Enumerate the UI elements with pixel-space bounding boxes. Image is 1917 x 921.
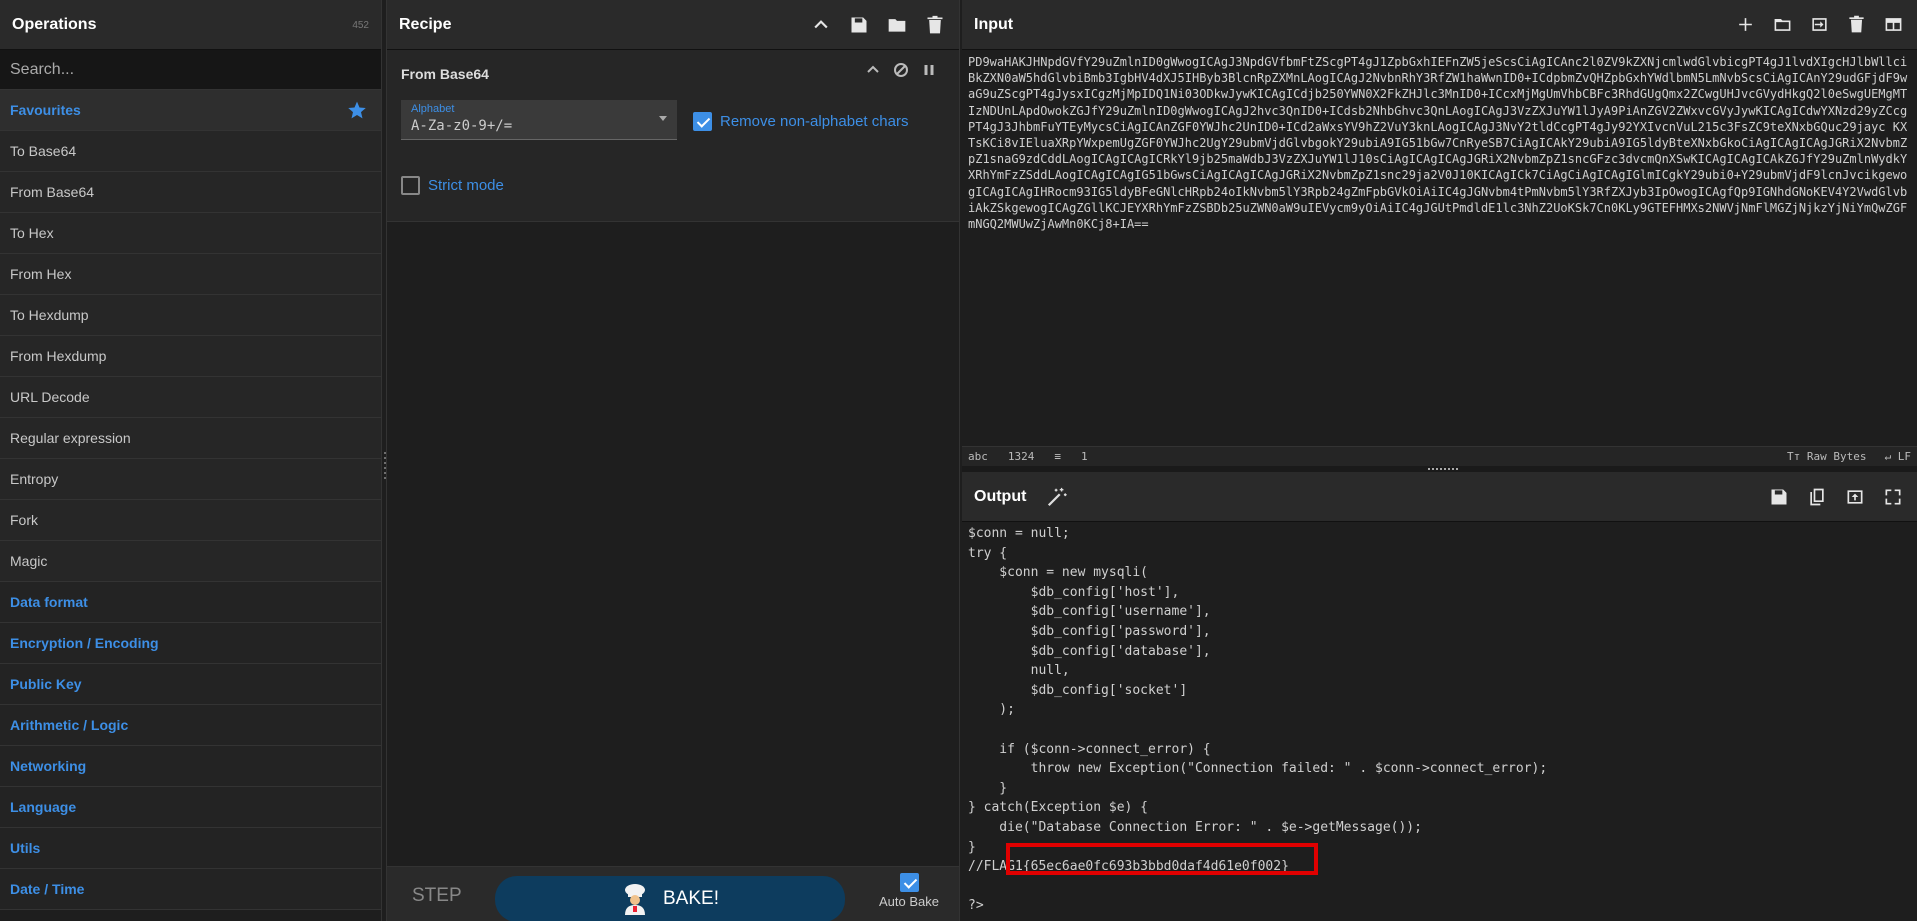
folder-icon[interactable]: [887, 15, 907, 35]
layout-icon[interactable]: [1884, 15, 1903, 34]
open-folder-icon[interactable]: [1773, 15, 1792, 34]
input-status-bar: abc 1324 ≡ 1 Tт Raw Bytes ↵ LF: [962, 446, 1917, 466]
eol-label: LF: [1897, 450, 1911, 463]
chevron-up-icon[interactable]: [811, 15, 831, 35]
autobake-toggle[interactable]: Auto Bake: [879, 873, 939, 909]
disable-icon[interactable]: [893, 62, 909, 78]
output-title: Output: [974, 487, 1027, 505]
operation-item[interactable]: From Hex: [0, 254, 381, 295]
line-count: 1: [1081, 450, 1088, 463]
operation-title: From Base64: [401, 66, 489, 82]
char-count-icon: abc: [968, 450, 988, 463]
input-panel: Input PD9waHAKJHNpdGVfY29uZmlnID0gWwogIC…: [962, 0, 1917, 466]
from-base64-operation: From Base64 Alphabet A-Za-z0-9+/= Remove…: [387, 50, 959, 222]
operation-item[interactable]: From Hexdump: [0, 336, 381, 377]
bake-label: BAKE!: [663, 888, 719, 909]
magic-wand-icon[interactable]: [1046, 486, 1068, 508]
favourites-category[interactable]: Favourites: [0, 90, 381, 131]
alphabet-select[interactable]: Alphabet A-Za-z0-9+/=: [401, 100, 677, 140]
chef-icon: [625, 884, 645, 915]
output-header: Output: [962, 472, 1917, 522]
strict-mode-checkbox[interactable]: Strict mode: [401, 176, 504, 195]
recipe-controls: STEP BAKE! Auto Bake: [387, 866, 959, 921]
operations-count: 452: [352, 20, 369, 31]
save-icon[interactable]: [849, 15, 869, 35]
strict-mode-label: Strict mode: [428, 177, 504, 194]
favourites-label: Favourites: [10, 102, 81, 118]
operation-item[interactable]: Magic: [0, 541, 381, 582]
trash-icon[interactable]: [925, 15, 945, 35]
operation-category[interactable]: Data format: [0, 582, 381, 623]
operation-item[interactable]: To Base64: [0, 131, 381, 172]
checkbox-checked[interactable]: [693, 112, 712, 131]
operation-item[interactable]: To Hex: [0, 213, 381, 254]
operation-category[interactable]: Language: [0, 787, 381, 828]
return-icon: ↵: [1884, 450, 1898, 463]
star-icon[interactable]: [347, 100, 367, 120]
remove-nonalpha-label: Remove non-alphabet chars: [720, 113, 909, 130]
autobake-checkbox[interactable]: [899, 873, 919, 892]
alphabet-value: A-Za-z0-9+/=: [411, 118, 513, 134]
operations-list: Favourites To Base64 From Base64 To Hex Fro…: [0, 90, 381, 910]
operations-header: Operations 452: [0, 0, 381, 50]
input-header: Input: [962, 0, 1917, 50]
maximise-icon[interactable]: [1883, 487, 1903, 507]
operation-item[interactable]: To Hexdump: [0, 295, 381, 336]
char-count: 1324: [1007, 450, 1035, 463]
operation-category[interactable]: Networking: [0, 746, 381, 787]
operation-item[interactable]: URL Decode: [0, 377, 381, 418]
operations-title: Operations: [12, 15, 97, 33]
operation-category[interactable]: Date / Time: [0, 869, 381, 910]
bake-button[interactable]: BAKE!: [495, 876, 845, 921]
raw-bytes-label: Raw Bytes: [1806, 450, 1867, 463]
operation-item[interactable]: From Base64: [0, 172, 381, 213]
collapse-icon[interactable]: [865, 62, 881, 78]
grip-icon: [1428, 468, 1458, 470]
operation-category[interactable]: Arithmetic / Logic: [0, 705, 381, 746]
recipe-drop-area[interactable]: [387, 222, 959, 862]
input-title: Input: [974, 15, 1014, 33]
copy-icon[interactable]: [1807, 487, 1827, 507]
operations-panel: Operations 452 Favourites To Base64From …: [0, 0, 382, 921]
import-icon[interactable]: [1810, 15, 1829, 34]
save-icon[interactable]: [1769, 487, 1789, 507]
operation-item[interactable]: Regular expression: [0, 418, 381, 459]
pause-icon[interactable]: [921, 62, 937, 78]
operation-item[interactable]: Entropy: [0, 459, 381, 500]
search-input[interactable]: [10, 60, 371, 79]
checkbox-unchecked[interactable]: [401, 176, 420, 195]
plus-icon[interactable]: [1736, 15, 1755, 34]
operation-category[interactable]: Encryption / Encoding: [0, 623, 381, 664]
recipe-title: Recipe: [399, 15, 452, 33]
operation-item[interactable]: Fork: [0, 500, 381, 541]
input-textarea[interactable]: PD9waHAKJHNpdGVfY29uZmlnID0gWwogICAgJ3Np…: [962, 52, 1917, 447]
step-button[interactable]: STEP: [412, 885, 462, 907]
search-bar: [0, 50, 381, 90]
line-count-icon: ≡: [1054, 450, 1061, 463]
remove-nonalpha-checkbox[interactable]: Remove non-alphabet chars: [693, 112, 908, 131]
text-format-icon: Tт: [1787, 450, 1807, 463]
dropdown-caret-icon: [659, 116, 667, 121]
raw-bytes-toggle[interactable]: Tт Raw Bytes: [1787, 450, 1866, 463]
autobake-label: Auto Bake: [879, 894, 939, 909]
operation-category[interactable]: Public Key: [0, 664, 381, 705]
eol-toggle[interactable]: ↵ LF: [1885, 450, 1912, 463]
operation-category[interactable]: Utils: [0, 828, 381, 869]
recipe-panel: Recipe From Base64 Alphabet A-Za-z0-9+/=: [386, 0, 960, 921]
alphabet-label: Alphabet: [411, 103, 455, 115]
flag-highlight-box: [1006, 843, 1318, 875]
recipe-header: Recipe: [387, 0, 959, 50]
trash-icon[interactable]: [1847, 15, 1866, 34]
cyberchef-app: Operations 452 Favourites To Base64From …: [0, 0, 1917, 921]
replace-input-icon[interactable]: [1845, 487, 1865, 507]
